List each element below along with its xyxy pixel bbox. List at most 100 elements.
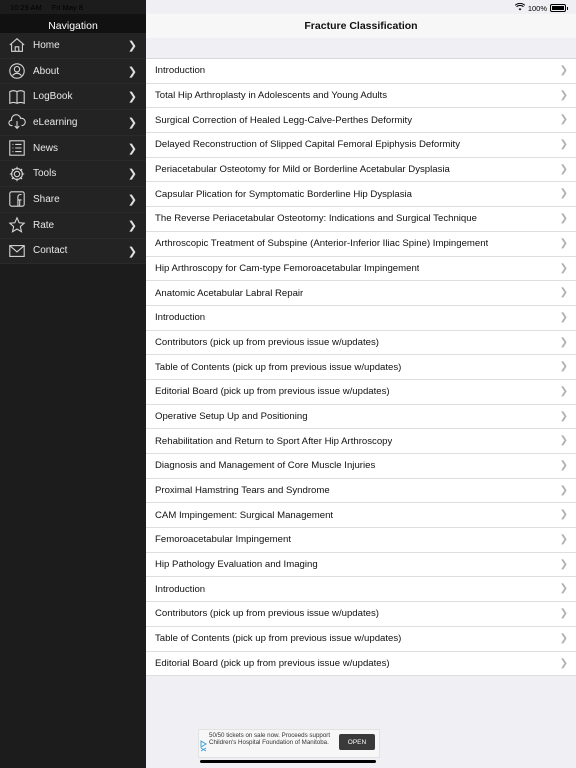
list-item[interactable]: Introduction ❯ (146, 59, 576, 84)
sidebar-item-label: eLearning (33, 116, 78, 128)
list-item-label: Hip Arthroscopy for Cam-type Femoroaceta… (155, 262, 420, 274)
page-title: Fracture Classification (146, 14, 576, 39)
ad-banner[interactable]: 50/50 tickets on sale now. Proceeds supp… (198, 729, 380, 758)
list-item-label: Table of Contents (pick up from previous… (155, 361, 402, 373)
gear-icon (7, 164, 27, 184)
section-spacer (146, 38, 576, 58)
list-item[interactable]: Introduction ❯ (146, 577, 576, 603)
chevron-right-icon: ❯ (559, 657, 568, 669)
chevron-right-icon: ❯ (559, 632, 568, 644)
list-item-label: CAM Impingement: Surgical Management (155, 509, 334, 521)
chevron-right-icon: ❯ (127, 168, 137, 181)
list-item[interactable]: Delayed Reconstruction of Slipped Capita… (146, 133, 576, 158)
list-item-label: Introduction (155, 583, 206, 595)
list-item-label: Arthroscopic Treatment of Subspine (Ante… (155, 238, 489, 250)
chevron-right-icon: ❯ (559, 287, 568, 299)
list-item[interactable]: Anatomic Acetabular Labral Repair ❯ (146, 281, 576, 306)
chevron-right-icon: ❯ (559, 213, 568, 225)
list-item-label: Editorial Board (pick up from previous i… (155, 386, 390, 398)
chevron-right-icon: ❯ (559, 262, 568, 274)
chevron-right-icon: ❯ (559, 385, 568, 397)
chevron-right-icon: ❯ (559, 558, 568, 570)
sidebar-item-rate[interactable]: Rate ❯ (0, 212, 146, 239)
list-item-label: Femoroacetabular Impingement (155, 534, 291, 546)
chevron-right-icon: ❯ (559, 139, 568, 151)
sidebar-item-label: Rate (33, 219, 55, 231)
sidebar-item-label: About (33, 65, 60, 77)
chevron-right-icon: ❯ (559, 460, 568, 471)
sidebar-item-share[interactable]: Share ❯ (0, 187, 146, 213)
list-item[interactable]: Surgical Correction of Healed Legg-Calve… (146, 108, 576, 134)
chevron-right-icon: ❯ (559, 410, 568, 422)
list-item[interactable]: Table of Contents (pick up from previous… (146, 626, 576, 652)
battery-icon (550, 4, 566, 12)
list-item[interactable]: Periacetabular Osteotomy for Mild or Bor… (146, 157, 576, 183)
list-item[interactable]: The Reverse Periacetabular Osteotomy: In… (146, 207, 576, 232)
main-panel: Fracture Classification Introduction ❯ Tot… (146, 0, 576, 768)
list-item[interactable]: Introduction ❯ (146, 305, 576, 331)
list-item-label: Rehabilitation and Return to Sport After… (155, 435, 393, 447)
list-item[interactable]: Femoroacetabular Impingement ❯ (146, 528, 576, 553)
sidebar-item-label: News (33, 142, 59, 154)
book-icon (7, 87, 27, 107)
list-item-label: Contributors (pick up from previous issu… (155, 608, 379, 620)
list-icon (7, 138, 27, 158)
sidebar-item-about[interactable]: About ❯ (0, 58, 146, 85)
home-indicator[interactable] (200, 760, 376, 763)
list-item[interactable]: Proximal Hamstring Tears and Syndrome ❯ (146, 478, 576, 504)
list-item[interactable]: Capsular Plication for Symptomatic Borde… (146, 182, 576, 208)
chevron-right-icon: ❯ (559, 583, 568, 595)
list-item[interactable]: Total Hip Arthroplasty in Adolescents an… (146, 83, 576, 109)
sidebar-item-label: Tools (33, 168, 57, 180)
sidebar-item-contact[interactable]: Contact ❯ (0, 238, 146, 265)
chevron-right-icon: ❯ (559, 509, 568, 521)
navigation-sidebar: Navigation Home ❯ About ❯ LogBook ❯ eLea… (0, 0, 146, 768)
list-item-label: Periacetabular Osteotomy for Mild or Bor… (155, 164, 450, 176)
list-item-label: Contributors (pick up from previous issu… (155, 336, 379, 348)
chevron-right-icon: ❯ (127, 219, 137, 232)
status-right: 100% (514, 2, 568, 13)
list-item-label: Editorial Board (pick up from previous i… (155, 657, 390, 669)
sidebar-item-news[interactable]: News ❯ (0, 135, 146, 162)
chevron-right-icon: ❯ (559, 608, 568, 620)
list-item[interactable]: Hip Pathology Evaluation and Imaging ❯ (146, 552, 576, 578)
list-item[interactable]: Contributors (pick up from previous issu… (146, 602, 576, 627)
envelope-icon (7, 241, 27, 261)
list-item[interactable]: Diagnosis and Management of Core Muscle … (146, 454, 576, 479)
list-item-label: Introduction (155, 312, 206, 324)
chevron-right-icon: ❯ (559, 336, 568, 348)
sidebar-item-tools[interactable]: Tools ❯ (0, 161, 146, 188)
battery-nub (567, 6, 568, 10)
list-item[interactable]: Arthroscopic Treatment of Subspine (Ante… (146, 231, 576, 257)
list-item[interactable]: Editorial Board (pick up from previous i… (146, 651, 576, 677)
list-item[interactable]: CAM Impingement: Surgical Management ❯ (146, 503, 576, 529)
chevron-right-icon: ❯ (127, 194, 137, 207)
status-date: Fri May 8 (51, 3, 84, 12)
list-item[interactable]: Rehabilitation and Return to Sport After… (146, 429, 576, 454)
list-item[interactable]: Operative Setup Up and Positioning ❯ (146, 404, 576, 430)
ad-text: 50/50 tickets on sale now. Proceeds supp… (209, 732, 331, 746)
chevron-right-icon: ❯ (559, 163, 568, 175)
sidebar-item-home[interactable]: Home ❯ (0, 33, 146, 59)
chevron-right-icon: ❯ (127, 65, 137, 78)
chevron-right-icon: ❯ (559, 534, 568, 546)
chevron-right-icon: ❯ (559, 484, 568, 496)
list-item-label: Hip Pathology Evaluation and Imaging (155, 559, 318, 571)
sidebar-item-logbook[interactable]: LogBook ❯ (0, 84, 146, 111)
chevron-right-icon: ❯ (559, 89, 568, 101)
chapter-list: Introduction ❯ Total Hip Arthroplasty in A… (146, 58, 576, 677)
sidebar-item-label: Contact (33, 245, 68, 257)
chevron-right-icon: ❯ (127, 40, 137, 52)
list-item-label: Proximal Hamstring Tears and Syndrome (155, 485, 330, 497)
ad-open-button[interactable]: OPEN (339, 734, 375, 750)
ad-choices-icon[interactable] (200, 739, 208, 752)
list-item[interactable]: Contributors (pick up from previous issu… (146, 330, 576, 356)
list-item[interactable]: Editorial Board (pick up from previous i… (146, 379, 576, 405)
list-item[interactable]: Hip Arthroscopy for Cam-type Femoroaceta… (146, 256, 576, 282)
home-icon (7, 35, 27, 55)
list-item-label: Surgical Correction of Healed Legg-Calve… (155, 114, 413, 126)
list-item[interactable]: Table of Contents (pick up from previous… (146, 355, 576, 380)
sidebar-list: Home ❯ About ❯ LogBook ❯ eLearning ❯ New… (0, 33, 146, 265)
chevron-right-icon: ❯ (559, 65, 568, 76)
sidebar-item-elearning[interactable]: eLearning ❯ (0, 110, 146, 136)
